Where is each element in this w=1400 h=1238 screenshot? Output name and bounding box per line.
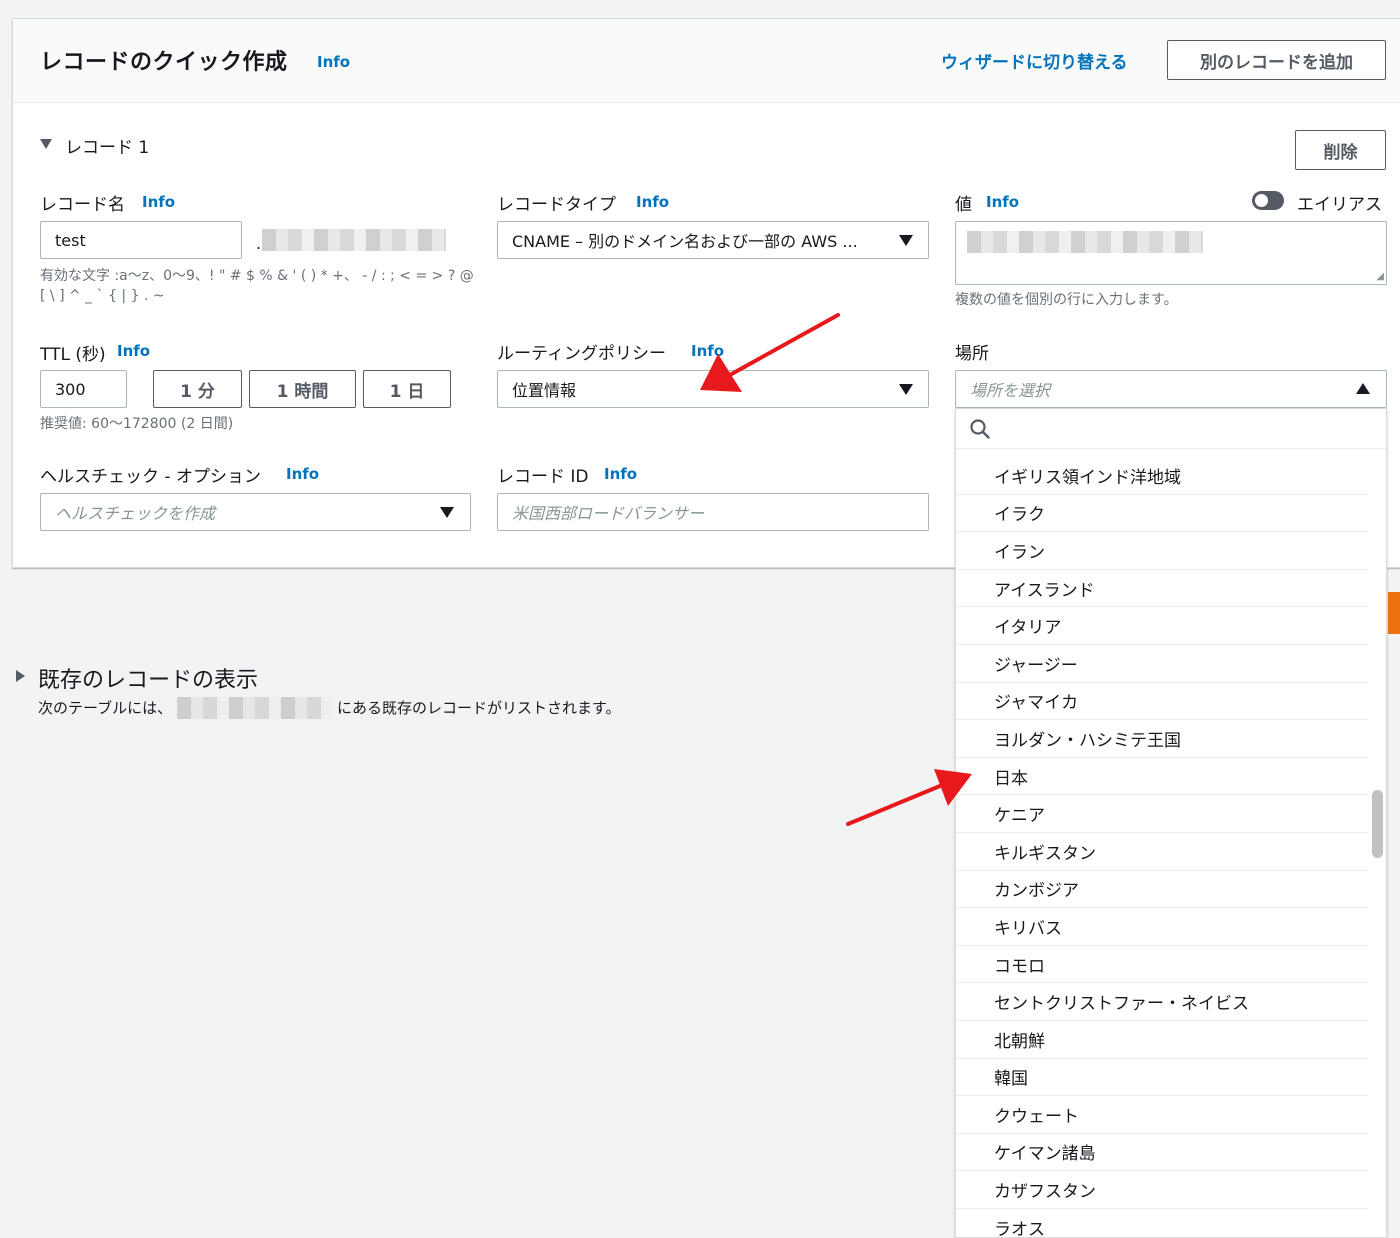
annotation-arrows <box>700 313 972 826</box>
arrow-to-japan <box>846 769 972 826</box>
arrow-to-routing-policy <box>700 313 840 392</box>
